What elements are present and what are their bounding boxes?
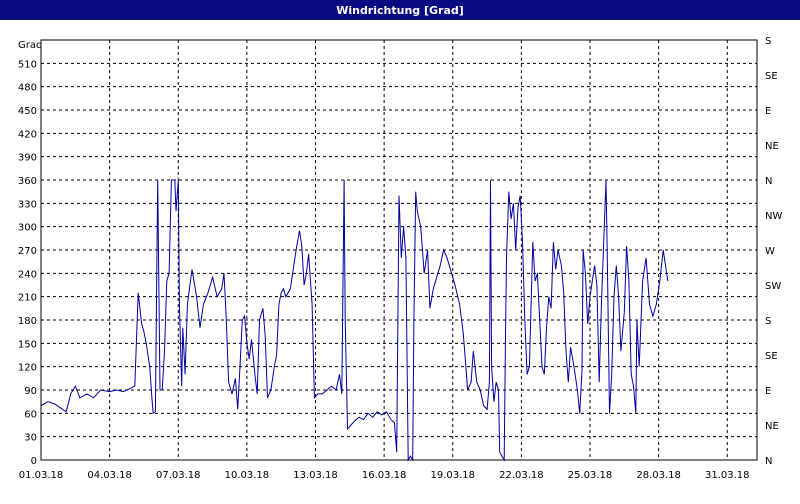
- y-tick-labels: 0 30 60 90 120 150 180 210 240 270 300 330 360 390 420…: [18, 59, 37, 467]
- y-tick-label: 390: [18, 153, 37, 164]
- right-tick-label: SW: [765, 281, 781, 292]
- right-tick-labels: N NE E SE S SW W NW N NE E SE S: [765, 36, 782, 467]
- right-tick-label: W: [765, 246, 775, 257]
- y-tick-label: 240: [18, 269, 37, 280]
- y-tick-label: 420: [18, 129, 37, 140]
- y-tick-label: 330: [18, 199, 37, 210]
- chart-title: Windrichtung [Grad]: [0, 0, 800, 20]
- x-tick-label: 19.03.18: [430, 470, 475, 481]
- y-tick-label: 300: [18, 223, 37, 234]
- x-tick-label: 16.03.18: [362, 470, 407, 481]
- right-tick-label: E: [765, 386, 771, 397]
- right-tick-label: NW: [765, 211, 782, 222]
- y-tick-label: 180: [18, 316, 37, 327]
- y-tick-label: 0: [31, 456, 37, 467]
- y-axis-label: Grad: [18, 40, 42, 51]
- y-tick-label: 480: [18, 83, 37, 94]
- x-tick-label: 25.03.18: [568, 470, 613, 481]
- y-tick-label: 510: [18, 59, 37, 70]
- right-tick-label: N: [765, 456, 772, 467]
- wind-direction-chart: Grad 0 30 60 90 120 150 180 210 240 270 300 330 360 3…: [18, 36, 783, 481]
- y-tick-label: 270: [18, 246, 37, 257]
- x-tick-labels: 01.03.18 04.03.18 07.03.18 10.03.18 13.03.18…: [19, 470, 750, 481]
- right-tick-label: S: [765, 316, 771, 327]
- x-tick-label: 07.03.18: [156, 470, 201, 481]
- x-tick-label: 04.03.18: [87, 470, 132, 481]
- x-tick-label: 01.03.18: [19, 470, 64, 481]
- y-tick-label: 150: [18, 339, 37, 350]
- x-tick-label: 31.03.18: [705, 470, 750, 481]
- y-tick-label: 120: [18, 363, 37, 374]
- right-tick-label: S: [765, 36, 771, 47]
- right-tick-label: SE: [765, 71, 778, 82]
- x-tick-label: 10.03.18: [225, 470, 270, 481]
- right-tick-label: NE: [765, 141, 779, 152]
- right-tick-label: NE: [765, 421, 779, 432]
- right-tick-label: SE: [765, 351, 778, 362]
- right-tick-label: E: [765, 106, 771, 117]
- x-tick-label: 13.03.18: [293, 470, 338, 481]
- right-tick-label: N: [765, 176, 772, 187]
- y-tick-label: 210: [18, 293, 37, 304]
- x-tick-label: 22.03.18: [499, 470, 544, 481]
- chart-area: Grad 0 30 60 90 120 150 180 210 240 270 300 330 360 3…: [0, 20, 800, 500]
- y-tick-label: 360: [18, 176, 37, 187]
- y-tick-label: 450: [18, 106, 37, 117]
- y-tick-label: 30: [24, 433, 37, 444]
- y-tick-label: 90: [24, 386, 37, 397]
- y-tick-label: 60: [24, 409, 37, 420]
- x-tick-label: 28.03.18: [636, 470, 681, 481]
